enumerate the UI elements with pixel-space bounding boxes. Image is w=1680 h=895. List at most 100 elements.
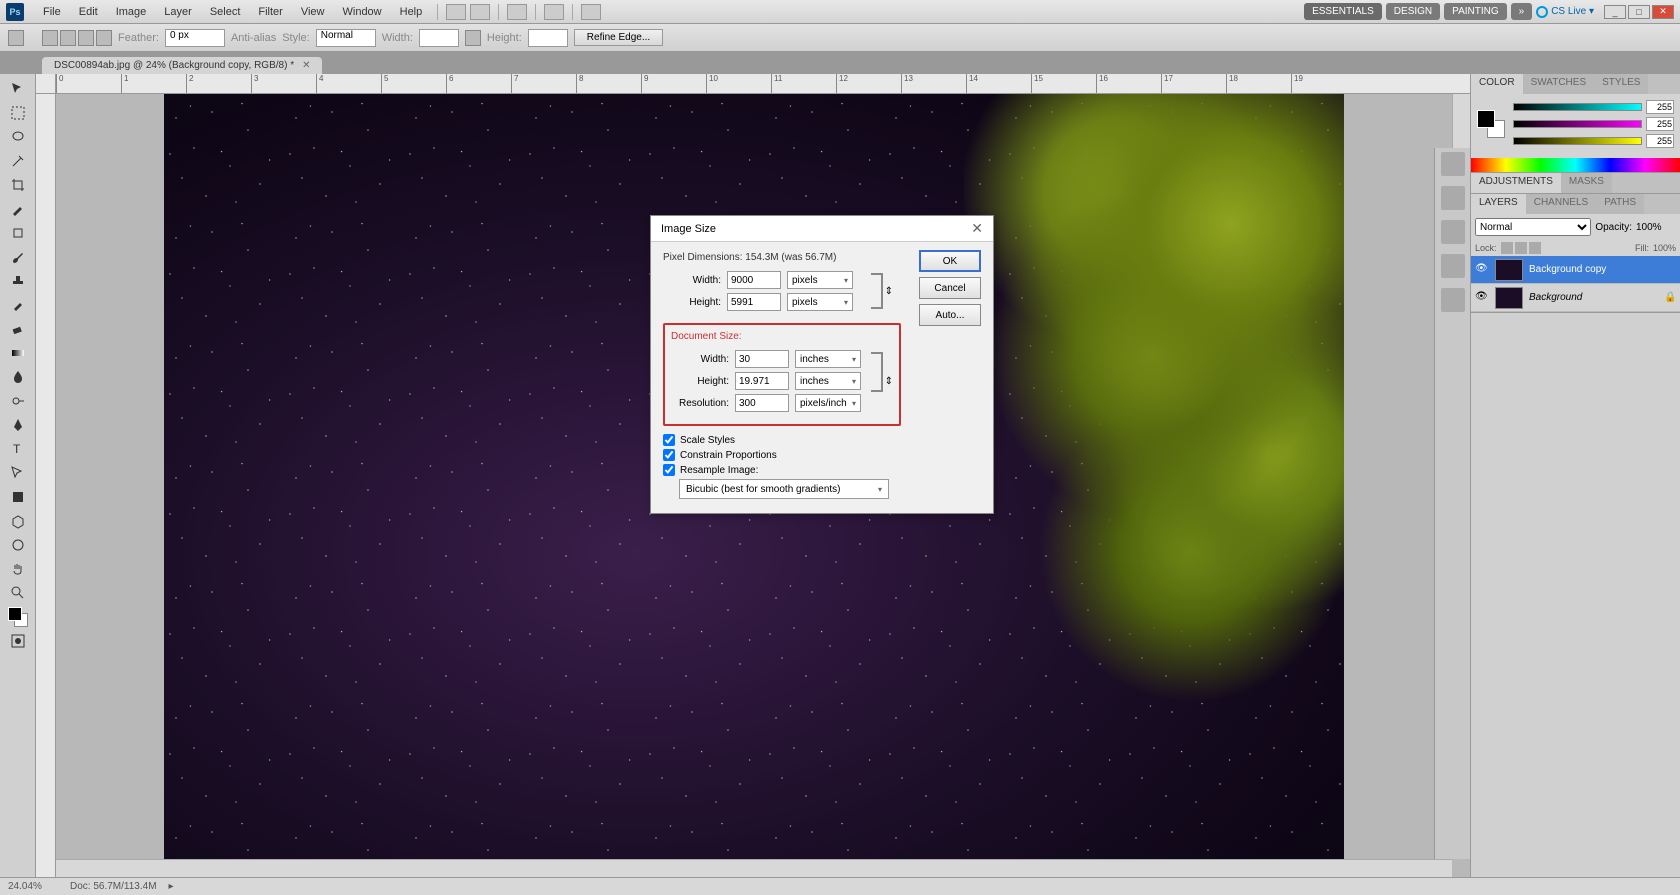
menu-view[interactable]: View [292,6,334,18]
tab-close-icon[interactable]: ✕ [302,60,310,71]
stamp-tool[interactable] [5,270,31,292]
history-brush-tool[interactable] [5,294,31,316]
doc-width-unit-select[interactable]: inches [795,350,861,368]
document-tab[interactable]: DSC00894ab.jpg @ 24% (Background copy, R… [42,57,322,74]
color-swatch[interactable] [5,606,31,628]
layer-name[interactable]: Background [1529,292,1582,303]
ruler-vertical[interactable] [36,94,56,877]
menu-edit[interactable]: Edit [70,6,107,18]
workspace-essentials[interactable]: ESSENTIALS [1304,3,1382,20]
dialog-titlebar[interactable]: Image Size ✕ [651,216,993,242]
lasso-tool[interactable] [5,126,31,148]
move-tool[interactable] [5,78,31,100]
tab-adjustments[interactable]: ADJUSTMENTS [1471,173,1561,193]
shape-tool[interactable] [5,486,31,508]
lock-all-icon[interactable] [1529,242,1541,254]
panel-color-swatch[interactable] [1477,110,1505,138]
brush-tool[interactable] [5,246,31,268]
mb-btn-2[interactable] [470,4,490,20]
sel-subtract-icon[interactable] [78,30,94,46]
tab-color[interactable]: COLOR [1471,74,1523,94]
mb-arrange-icon[interactable] [544,4,564,20]
workspace-painting[interactable]: PAINTING [1444,3,1506,20]
visibility-icon[interactable]: 👁 [1475,263,1489,277]
path-tool[interactable] [5,462,31,484]
paragraph-panel-icon[interactable] [1441,254,1465,278]
eraser-tool[interactable] [5,318,31,340]
type-tool[interactable]: T [5,438,31,460]
auto-button[interactable]: Auto... [919,304,981,326]
quickmask-tool[interactable] [5,630,31,652]
cancel-button[interactable]: Cancel [919,277,981,299]
menu-help[interactable]: Help [391,6,432,18]
tab-masks[interactable]: MASKS [1561,173,1612,193]
menu-window[interactable]: Window [334,6,391,18]
gradient-tool[interactable] [5,342,31,364]
sel-new-icon[interactable] [42,30,58,46]
hand-tool[interactable] [5,558,31,580]
close-button[interactable]: ✕ [1652,5,1674,19]
sel-add-icon[interactable] [60,30,76,46]
constrain-checkbox[interactable] [663,449,675,461]
feather-input[interactable]: 0 px [165,29,225,47]
opacity-value[interactable]: 100% [1636,222,1676,233]
mb-screen-mode-icon[interactable] [581,4,601,20]
mb-btn-1[interactable] [446,4,466,20]
slider-b[interactable] [1513,137,1642,145]
menu-file[interactable]: File [34,6,70,18]
swap-wh-icon[interactable] [465,30,481,46]
blend-mode-select[interactable]: Normal [1475,218,1591,236]
cslive-menu[interactable]: CS Live ▾ [1536,6,1594,18]
zoom-tool[interactable] [5,582,31,604]
resample-method-select[interactable]: Bicubic (best for smooth gradients) [679,479,889,499]
link-icon[interactable]: ⇕ [885,376,893,387]
doc-height-unit-select[interactable]: inches [795,372,861,390]
fill-value[interactable]: 100% [1653,243,1676,253]
blur-tool[interactable] [5,366,31,388]
ok-button[interactable]: OK [919,250,981,272]
healing-tool[interactable] [5,222,31,244]
status-arrow-icon[interactable]: ▸ [169,881,174,892]
value-r[interactable]: 255 [1646,100,1674,114]
menu-layer[interactable]: Layer [155,6,201,18]
slider-r[interactable] [1513,103,1642,111]
3d-tool[interactable] [5,510,31,532]
res-unit-select[interactable]: pixels/inch [795,394,861,412]
resample-checkbox[interactable] [663,464,675,476]
px-height-input[interactable] [727,293,781,311]
res-input[interactable] [735,394,789,412]
tab-styles[interactable]: STYLES [1594,74,1648,94]
menu-image[interactable]: Image [107,6,156,18]
workspace-more[interactable]: » [1511,3,1533,20]
character-panel-icon[interactable] [1441,220,1465,244]
camera-tool[interactable] [5,534,31,556]
lock-position-icon[interactable] [1515,242,1527,254]
slider-g[interactable] [1513,120,1642,128]
scale-styles-checkbox[interactable] [663,434,675,446]
lock-pixels-icon[interactable] [1501,242,1513,254]
px-height-unit-select[interactable]: pixels [787,293,853,311]
doc-height-input[interactable] [735,372,789,390]
crop-tool[interactable] [5,174,31,196]
scrollbar-horizontal[interactable] [56,859,1452,877]
zoom-value[interactable]: 24.04% [8,881,58,892]
tool-preset-icon[interactable] [8,30,24,46]
layer-row[interactable]: 👁 Background 🔒 [1471,284,1680,312]
layer-row[interactable]: 👁 Background copy [1471,256,1680,284]
menu-filter[interactable]: Filter [249,6,291,18]
px-width-input[interactable] [727,271,781,289]
tab-channels[interactable]: CHANNELS [1526,194,1596,214]
minimize-button[interactable]: _ [1604,5,1626,19]
menu-select[interactable]: Select [201,6,250,18]
ruler-horizontal[interactable]: 0 1 2 3 4 5 6 7 8 9 10 11 12 13 14 15 16… [56,74,1470,94]
px-width-unit-select[interactable]: pixels [787,271,853,289]
tab-paths[interactable]: PATHS [1596,194,1644,214]
style-select[interactable]: Normal [316,29,376,47]
link-icon[interactable]: ⇕ [885,286,893,297]
doc-width-input[interactable] [735,350,789,368]
layer-thumbnail[interactable] [1495,259,1523,281]
layer-name[interactable]: Background copy [1529,264,1606,275]
wand-tool[interactable] [5,150,31,172]
dialog-close-icon[interactable]: ✕ [971,220,983,237]
tab-layers[interactable]: LAYERS [1471,194,1526,214]
